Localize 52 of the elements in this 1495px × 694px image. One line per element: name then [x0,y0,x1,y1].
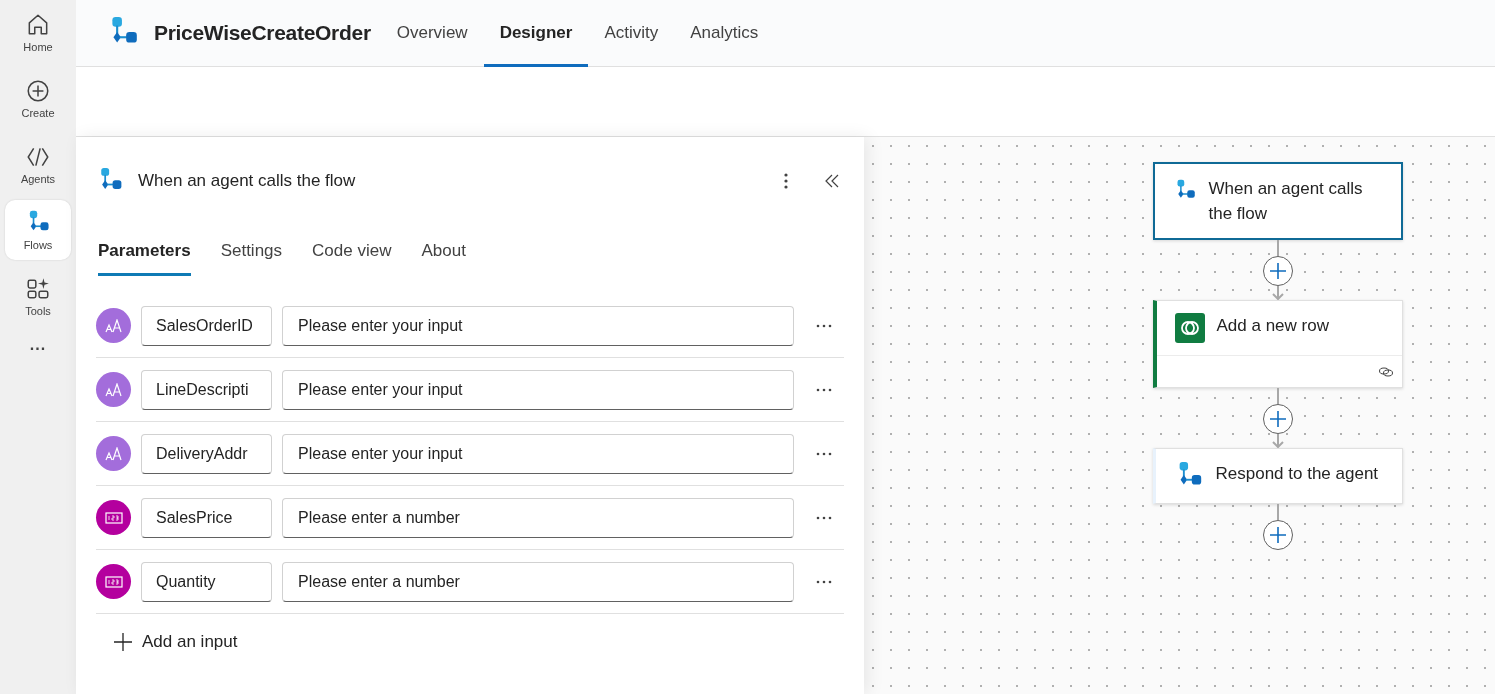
plus-icon [114,633,132,651]
input-value-field[interactable]: Please enter a number [282,497,794,538]
plus-icon [1268,526,1287,544]
panel-tab[interactable]: Parameters [98,231,191,276]
number-type-icon [96,500,131,535]
input-value-field[interactable]: Please enter a number [282,561,794,602]
input-name-field[interactable]: LineDescripti [141,369,272,410]
text-type-icon [96,372,131,407]
step-title: Add a new row [1216,315,1329,337]
header-tab[interactable]: Designer [483,0,589,67]
number-type-icon [96,564,131,599]
header-tab[interactable]: Analytics [674,0,775,67]
panel-title: When an agent calls the flow [138,171,357,191]
text-type-icon [96,308,131,343]
step-title: When an agent calls the flow [1208,178,1364,225]
flow-title: PriceWiseCreateOrder [154,21,371,45]
add-step-button[interactable] [1262,520,1293,550]
panel-tab[interactable]: Settings [220,231,283,276]
header-tab[interactable]: Overview [380,0,484,67]
rail-item[interactable]: Home [5,2,71,62]
input-name-field[interactable]: Quantity [141,561,272,602]
connector-line [1271,434,1284,448]
flow-step-card[interactable]: Add a new row [1152,300,1403,388]
connector-line [1275,504,1280,520]
step-title: Respond to the agent [1215,463,1379,485]
rail-item[interactable]: Agents [5,134,71,194]
input-name-field[interactable]: SalesPrice [141,497,272,538]
input-value-field[interactable]: Please enter your input [282,433,794,474]
link-icon [1377,365,1394,378]
flow-step-card[interactable]: Respond to the agent [1152,448,1403,504]
dataverse-icon [1174,313,1205,343]
flow-step-card[interactable]: When an agent calls the flow [1152,162,1403,240]
panel-tab[interactable]: Code view [312,231,392,276]
input-value-field[interactable]: Please enter your input [282,305,794,346]
text-type-icon [96,436,131,471]
rail-item[interactable]: Tools [5,266,71,326]
input-name-field[interactable]: DeliveryAddr [141,433,272,474]
add-step-button[interactable] [1262,256,1293,286]
input-value-field[interactable]: Please enter your input [282,369,794,410]
add-step-button[interactable] [1262,404,1293,434]
connector-line [1271,286,1284,300]
header-tab[interactable]: Activity [588,0,675,67]
panel-tab[interactable]: About [421,231,466,276]
add-input-button[interactable]: Add an input [96,614,256,670]
input-name-field[interactable]: SalesOrderID [141,305,272,346]
plus-icon [1268,410,1287,428]
more-button[interactable]: ... [19,332,57,358]
connector-line [1275,240,1280,256]
plus-icon [1268,262,1287,280]
rail-item[interactable]: Flows [5,200,71,260]
connector-line [1275,388,1280,404]
rail-item[interactable]: Create [5,68,71,128]
